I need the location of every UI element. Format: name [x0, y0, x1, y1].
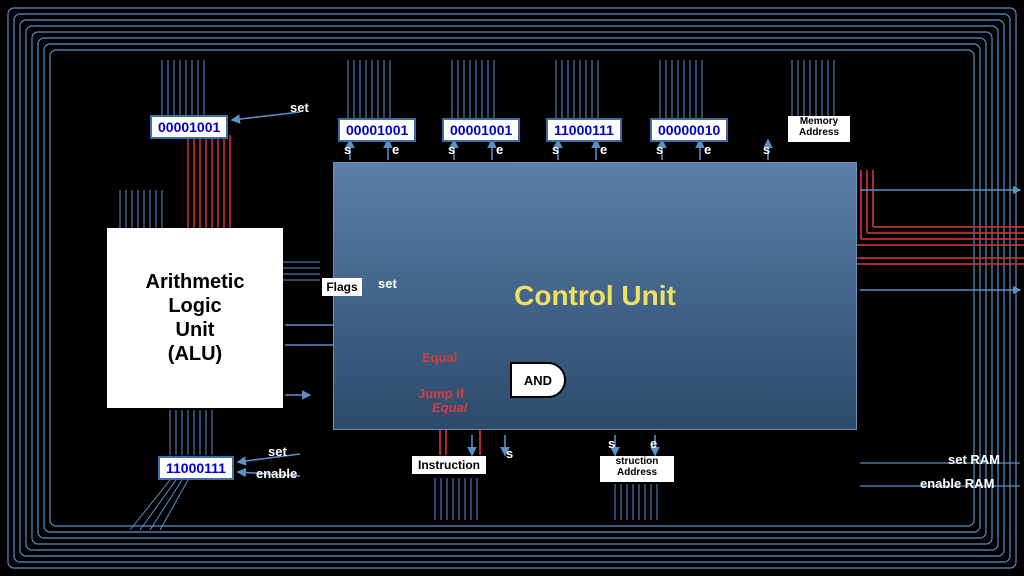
register-instruction: Instruction: [412, 456, 486, 474]
label-s-r3: s: [656, 142, 663, 157]
label-s-instr-addr: s: [608, 436, 615, 451]
control-unit-block: Control Unit: [333, 162, 857, 430]
label-jump-if: Jump If: [418, 386, 464, 401]
label-set-alu-out: set: [268, 444, 287, 459]
register-r0: 00001001: [338, 118, 416, 142]
label-e-r2: e: [600, 142, 607, 157]
register-r1: 00001001: [442, 118, 520, 142]
flags-register: Flags: [322, 278, 362, 296]
label-equal: Equal: [422, 350, 457, 365]
label-s-r1: s: [448, 142, 455, 157]
label-enable-ram: enable RAM: [920, 476, 994, 491]
register-alu-out: 11000111: [158, 456, 234, 480]
label-s-memaddr: s: [763, 142, 770, 157]
alu-block: Arithmetic Logic Unit (ALU): [107, 228, 283, 408]
register-r2: 11000111: [546, 118, 622, 142]
control-unit-label: Control Unit: [514, 280, 676, 312]
label-s-instruction: s: [506, 446, 513, 461]
and-gate: AND: [510, 362, 566, 398]
label-s-r2: s: [552, 142, 559, 157]
label-set-ram: set RAM: [948, 452, 1000, 467]
register-memory-address: Memory Address: [788, 116, 850, 142]
label-set-flags: set: [378, 276, 397, 291]
register-alu-in: 00001001: [150, 115, 228, 139]
label-enable-alu-out: enable: [256, 466, 297, 481]
label-set-alu-in: set: [290, 100, 309, 115]
label-e-r0: e: [392, 142, 399, 157]
register-r3: 00000010: [650, 118, 728, 142]
label-jump-equal: Equal: [432, 400, 467, 415]
register-instruction-address: struction Address: [600, 456, 674, 482]
label-e-instr-addr: e: [650, 436, 657, 451]
label-e-r1: e: [496, 142, 503, 157]
label-e-r3: e: [704, 142, 711, 157]
label-s-r0: s: [344, 142, 351, 157]
